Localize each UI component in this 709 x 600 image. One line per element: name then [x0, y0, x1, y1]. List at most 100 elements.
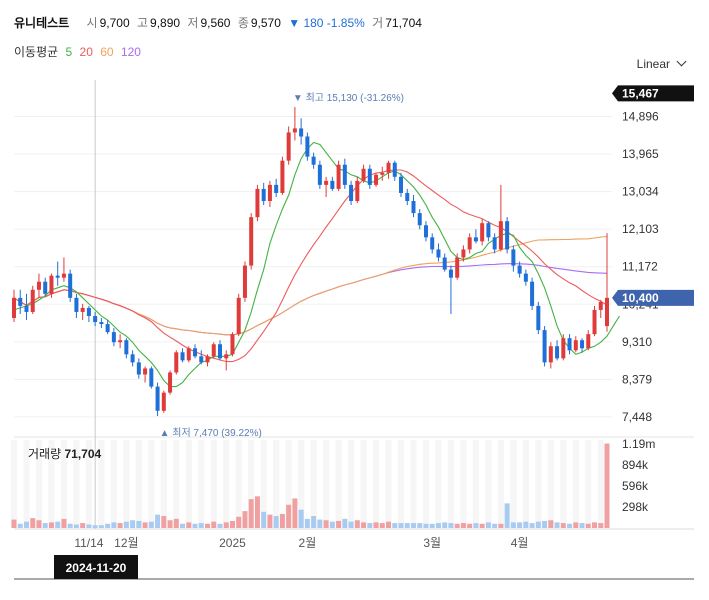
volume-bar: [61, 518, 67, 528]
volume-bg-column: [547, 440, 554, 528]
volume-bar: [417, 523, 423, 528]
volume-bar: [173, 518, 179, 528]
candle-body: [530, 281, 535, 306]
y-tick-label: 13,034: [622, 185, 659, 199]
candle-body: [80, 307, 85, 312]
candle-body: [567, 338, 572, 351]
volume-bar: [211, 521, 217, 528]
candle-body: [330, 180, 335, 189]
y-tick-label: 9,310: [622, 335, 652, 349]
volume-bg-column: [160, 440, 167, 528]
candle-body: [12, 297, 16, 319]
candle-body: [230, 334, 235, 355]
candle-body: [93, 315, 98, 323]
candle-body: [211, 344, 216, 357]
volume-bar: [442, 522, 448, 528]
volume-bg-column: [447, 440, 455, 528]
volume-bar: [517, 522, 523, 528]
volume-bar: [467, 523, 473, 528]
volume-bar: [223, 522, 229, 528]
volume-bg-column: [347, 440, 355, 528]
candle-body: [367, 168, 372, 185]
volume-bar: [336, 520, 342, 528]
volume-bar: [485, 522, 491, 528]
candle-body: [555, 346, 560, 359]
volume-bar: [267, 514, 273, 528]
candle-body: [598, 301, 603, 310]
candle-body: [480, 223, 485, 242]
volume-bar: [435, 523, 441, 528]
volume-bar: [67, 523, 73, 528]
volume-bar: [286, 504, 292, 528]
candle-body: [592, 309, 597, 335]
volume-bar: [236, 516, 242, 528]
candle-body: [580, 340, 585, 349]
volume-bar: [542, 520, 548, 528]
candle-body: [105, 324, 110, 333]
candle-body: [267, 184, 272, 202]
candle-body: [24, 305, 29, 312]
candle-body: [374, 174, 379, 185]
min-price-annotation: ▲ 최저 7,470 (39.22%): [160, 427, 262, 439]
volume-bg-column: [522, 440, 529, 528]
candle-body: [536, 305, 541, 331]
candle-body: [217, 344, 222, 359]
volume-bg-column: [173, 440, 180, 528]
volume-bg-column: [485, 440, 492, 528]
volume-bar: [423, 523, 429, 528]
candle-body: [143, 368, 148, 375]
volume-bar: [392, 523, 398, 528]
candle-body: [473, 237, 478, 242]
candle-body: [236, 297, 241, 335]
candle-body: [467, 237, 472, 250]
volume-bar: [254, 496, 260, 528]
candle-body: [561, 338, 566, 359]
x-tick-label: 4월: [511, 536, 529, 550]
candle-body: [199, 356, 204, 363]
candle-body: [317, 164, 322, 185]
volume-bar: [86, 524, 92, 528]
volume-bar: [48, 522, 54, 528]
volume-bar: [80, 523, 86, 528]
volume-bg-column: [110, 440, 117, 528]
crosshair-date-badge: 2024-11-20: [54, 555, 138, 579]
x-tick-label: 2월: [299, 536, 317, 550]
price-chart[interactable]: 7,4488,3799,31010,24111,17212,10313,0341…: [0, 0, 709, 600]
volume-bg-column: [510, 440, 517, 528]
volume-bar: [229, 520, 235, 528]
max-price-annotation: ▼ 최고 15,130 (-31.26%): [293, 92, 404, 104]
candle-body: [130, 354, 135, 363]
volume-bar: [460, 523, 466, 528]
candle-body: [249, 217, 254, 266]
candle-body: [573, 340, 578, 351]
candle-body: [523, 273, 528, 282]
volume-bar: [473, 523, 479, 528]
candle-body: [274, 184, 279, 193]
volume-bar: [11, 519, 17, 528]
candle-body: [161, 392, 166, 411]
candle-body: [392, 162, 397, 177]
volume-bar: [585, 523, 591, 528]
volume-bar: [448, 523, 454, 528]
volume-bar: [323, 520, 329, 528]
candle-body: [255, 188, 260, 218]
volume-bar: [373, 522, 379, 528]
volume-bg-column: [435, 440, 442, 528]
volume-bar: [242, 511, 248, 528]
candle-body: [224, 354, 229, 359]
volume-bg-column: [360, 440, 367, 528]
candle-body: [342, 164, 347, 185]
volume-bg-column: [210, 440, 217, 528]
volume-bg-column: [335, 440, 342, 528]
volume-bg-column: [135, 440, 142, 528]
volume-bg-column: [597, 440, 604, 528]
candle-body: [136, 362, 141, 375]
x-tick-label: 12월: [114, 536, 138, 550]
volume-bar: [279, 513, 285, 528]
volume-bar: [535, 521, 541, 528]
candle-body: [311, 156, 316, 165]
volume-bar: [292, 498, 298, 528]
candle-body: [548, 346, 553, 363]
volume-bar: [348, 521, 354, 528]
volume-bar: [17, 523, 23, 528]
